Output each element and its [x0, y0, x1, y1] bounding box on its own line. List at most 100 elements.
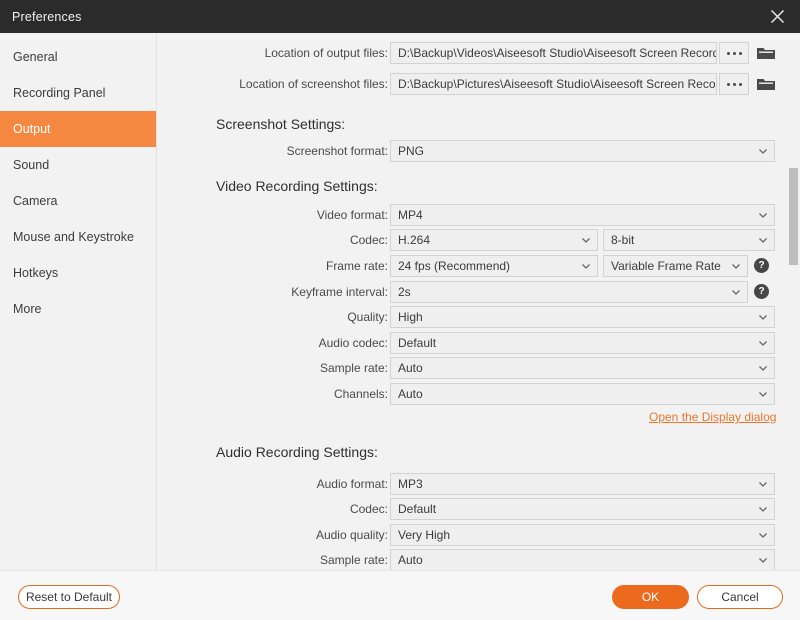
- channels-select[interactable]: Auto: [390, 383, 775, 405]
- audio-settings-heading: Audio Recording Settings:: [216, 444, 378, 460]
- video-settings-heading: Video Recording Settings:: [216, 178, 378, 194]
- keyframe-interval-select[interactable]: 2s: [390, 281, 748, 303]
- chevron-down-icon: [731, 261, 741, 271]
- audio-sample-rate-label: Sample rate:: [218, 549, 388, 570]
- audio-quality-label: Audio quality:: [218, 524, 388, 546]
- frame-rate-value: 24 fps (Recommend): [398, 259, 510, 273]
- output-browse-button[interactable]: [719, 42, 749, 64]
- chevron-down-icon: [758, 363, 768, 373]
- channels-value: Auto: [398, 387, 423, 401]
- open-display-dialog-link[interactable]: Open the Display dialog: [649, 410, 776, 424]
- video-sample-rate-value: Auto: [398, 361, 423, 375]
- sidebar-item-mouse-and-keystroke[interactable]: Mouse and Keystroke: [0, 219, 156, 255]
- sidebar-item-label: Output: [13, 122, 51, 136]
- chevron-down-icon: [758, 530, 768, 540]
- screenshot-settings-heading: Screenshot Settings:: [216, 116, 345, 132]
- channels-label: Channels:: [218, 383, 388, 405]
- window-title: Preferences: [12, 10, 82, 24]
- frame-rate-select[interactable]: 24 fps (Recommend): [390, 255, 598, 277]
- settings-panel: Location of output files: D:\Backup\Vide…: [158, 33, 800, 570]
- sidebar-item-output[interactable]: Output: [0, 111, 156, 147]
- chevron-down-icon: [758, 479, 768, 489]
- audio-format-label: Audio format:: [218, 473, 388, 495]
- chevron-down-icon: [758, 235, 768, 245]
- sidebar-item-sound[interactable]: Sound: [0, 147, 156, 183]
- chevron-down-icon: [758, 146, 768, 156]
- video-audio-codec-value: Default: [398, 336, 436, 350]
- frame-rate-label: Frame rate:: [218, 255, 388, 277]
- video-audio-codec-select[interactable]: Default: [390, 332, 775, 354]
- titlebar: Preferences: [0, 0, 800, 33]
- sidebar-item-hotkeys[interactable]: Hotkeys: [0, 255, 156, 291]
- video-bitdepth-select[interactable]: 8-bit: [603, 229, 775, 251]
- sidebar-item-label: General: [13, 50, 57, 64]
- audio-codec-value: Default: [398, 502, 436, 516]
- sidebar-item-label: More: [13, 302, 41, 316]
- video-audio-codec-label: Audio codec:: [218, 332, 388, 354]
- keyframe-interval-label: Keyframe interval:: [198, 281, 388, 303]
- output-folder-icon[interactable]: [755, 43, 777, 63]
- audio-sample-rate-select[interactable]: Auto: [390, 549, 775, 570]
- frame-rate-mode-value: Variable Frame Rate: [611, 259, 721, 273]
- settings-scrollbar-thumb[interactable]: [789, 168, 798, 265]
- sidebar-item-camera[interactable]: Camera: [0, 183, 156, 219]
- screenshot-format-select[interactable]: PNG: [390, 140, 775, 162]
- sidebar-item-label: Hotkeys: [13, 266, 58, 280]
- sidebar-item-label: Mouse and Keystroke: [13, 230, 134, 244]
- chevron-down-icon: [758, 504, 768, 514]
- screenshot-location-label: Location of screenshot files:: [198, 73, 388, 95]
- video-bitdepth-value: 8-bit: [611, 233, 634, 247]
- sidebar: General Recording Panel Output Sound Cam…: [0, 33, 157, 570]
- chevron-down-icon: [581, 261, 591, 271]
- screenshot-browse-button[interactable]: [719, 73, 749, 95]
- settings-scrollbar-track[interactable]: [786, 33, 800, 570]
- screenshot-location-input[interactable]: D:\Backup\Pictures\Aiseesoft Studio\Aise…: [390, 73, 717, 95]
- chevron-down-icon: [758, 312, 768, 322]
- close-icon[interactable]: [754, 0, 800, 33]
- video-format-select[interactable]: MP4: [390, 204, 775, 226]
- audio-codec-label: Codec:: [218, 498, 388, 520]
- screenshot-format-label: Screenshot format:: [218, 140, 388, 162]
- preferences-dialog: Preferences General Recording Panel Outp…: [0, 0, 800, 620]
- audio-quality-select[interactable]: Very High: [390, 524, 775, 546]
- video-format-label: Video format:: [218, 204, 388, 226]
- video-sample-rate-label: Sample rate:: [218, 357, 388, 379]
- video-sample-rate-select[interactable]: Auto: [390, 357, 775, 379]
- quality-label: Quality:: [218, 306, 388, 328]
- sidebar-item-more[interactable]: More: [0, 291, 156, 327]
- quality-select[interactable]: High: [390, 306, 775, 328]
- video-codec-value: H.264: [398, 233, 430, 247]
- screenshot-folder-icon[interactable]: [755, 74, 777, 94]
- audio-codec-select[interactable]: Default: [390, 498, 775, 520]
- audio-sample-rate-value: Auto: [398, 553, 423, 567]
- chevron-down-icon: [758, 338, 768, 348]
- screenshot-format-value: PNG: [398, 144, 424, 158]
- video-format-value: MP4: [398, 208, 423, 222]
- keyframe-interval-help-icon[interactable]: ?: [754, 284, 769, 299]
- keyframe-interval-value: 2s: [398, 285, 411, 299]
- sidebar-item-label: Sound: [13, 158, 49, 172]
- sidebar-item-recording-panel[interactable]: Recording Panel: [0, 75, 156, 111]
- sidebar-item-general[interactable]: General: [0, 39, 156, 75]
- reset-to-default-button[interactable]: Reset to Default: [18, 585, 120, 609]
- cancel-button[interactable]: Cancel: [697, 585, 783, 609]
- chevron-down-icon: [731, 287, 741, 297]
- chevron-down-icon: [758, 555, 768, 565]
- sidebar-item-label: Recording Panel: [13, 86, 105, 100]
- ok-button[interactable]: OK: [612, 585, 689, 609]
- sidebar-item-label: Camera: [13, 194, 57, 208]
- audio-format-select[interactable]: MP3: [390, 473, 775, 495]
- frame-rate-help-icon[interactable]: ?: [754, 258, 769, 273]
- output-location-label: Location of output files:: [218, 42, 388, 64]
- chevron-down-icon: [581, 235, 591, 245]
- quality-value: High: [398, 310, 423, 324]
- chevron-down-icon: [758, 389, 768, 399]
- chevron-down-icon: [758, 210, 768, 220]
- frame-rate-mode-select[interactable]: Variable Frame Rate: [603, 255, 748, 277]
- video-codec-select[interactable]: H.264: [390, 229, 598, 251]
- dialog-footer: Reset to Default OK Cancel: [0, 570, 800, 620]
- video-codec-label: Codec:: [218, 229, 388, 251]
- output-location-input[interactable]: D:\Backup\Videos\Aiseesoft Studio\Aisees…: [390, 42, 717, 64]
- audio-quality-value: Very High: [398, 528, 450, 542]
- audio-format-value: MP3: [398, 477, 423, 491]
